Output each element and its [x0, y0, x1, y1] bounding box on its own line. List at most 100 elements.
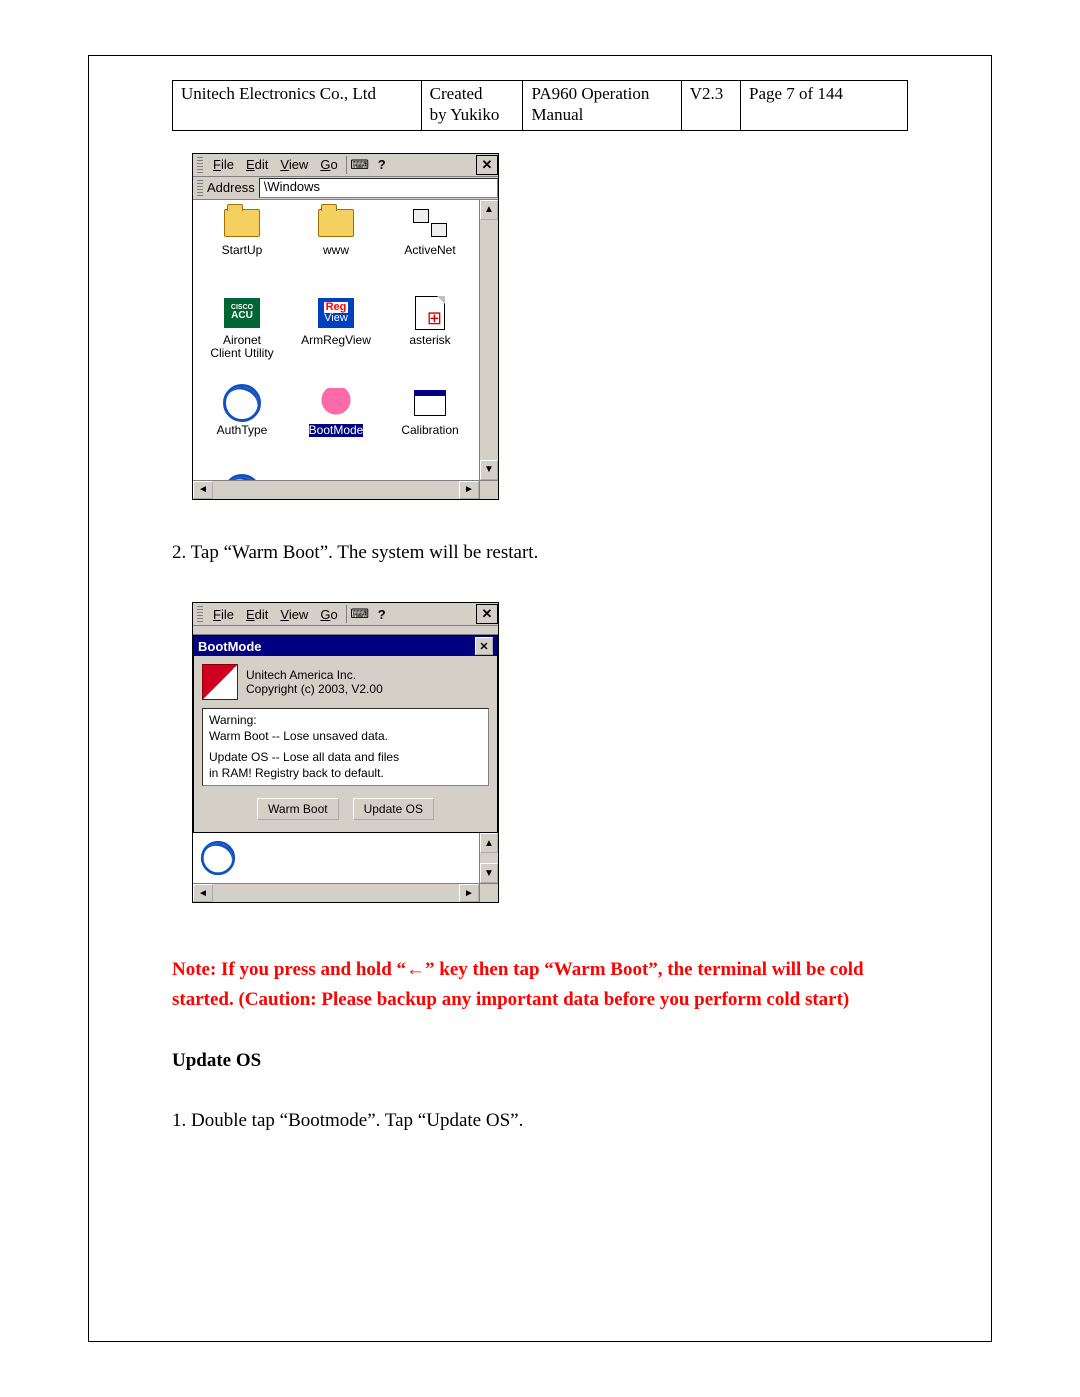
grip-icon	[197, 157, 203, 173]
dialog-titlebar: BootMode ✕	[194, 636, 497, 656]
update-os-button[interactable]: Update OS	[353, 798, 434, 820]
menubar: File Edit View Go ⌨ ? ✕	[193, 154, 498, 177]
dialog-close-button[interactable]: ✕	[475, 637, 493, 655]
horizontal-scrollbar[interactable]: ◄ ►	[193, 480, 498, 499]
hdr-doc: PA960 Operation Manual	[523, 81, 681, 131]
update-step-1: 1. Double tap “Bootmode”. Tap “Update OS…	[172, 1108, 908, 1135]
keyboard-icon[interactable]: ⌨	[349, 155, 371, 175]
item-authtype[interactable]: AuthType	[197, 386, 287, 437]
grip-icon	[197, 180, 203, 196]
scroll-track[interactable]	[480, 220, 498, 460]
windows-logo-icon: ⊞	[427, 309, 442, 329]
item-startup[interactable]: StartUp	[197, 206, 287, 257]
regview-icon: RegView	[318, 298, 354, 328]
cisco-icon: CISCOACU	[224, 298, 260, 328]
window-icon	[414, 390, 446, 416]
menu-go[interactable]: Go	[314, 607, 343, 622]
bootmode-icon	[320, 388, 352, 418]
explorer-window-1: File Edit View Go ⌨ ? ✕ Address \Windows…	[192, 153, 499, 500]
address-bar-partial	[193, 626, 498, 635]
hdr-doc-l2: Manual	[531, 105, 583, 124]
close-button[interactable]: ✕	[476, 155, 498, 175]
document-page: Unitech Electronics Co., Ltd Created by …	[0, 0, 1080, 1397]
scroll-down-icon[interactable]: ▼	[480, 863, 498, 883]
scroll-right-icon[interactable]: ►	[459, 481, 479, 499]
warn-line-4: in RAM! Registry back to default.	[209, 766, 482, 782]
warm-boot-button[interactable]: Warm Boot	[257, 798, 339, 820]
vertical-scrollbar[interactable]: ▲ ▼	[479, 200, 498, 480]
menu-file[interactable]: File	[207, 607, 240, 622]
explorer-window-2: File Edit View Go ⌨ ? ✕ BootMode ✕	[192, 602, 499, 903]
scroll-down-icon[interactable]: ▼	[480, 460, 498, 480]
warn-line-1: Warning:	[209, 713, 482, 729]
hdr-company: Unitech Electronics Co., Ltd	[173, 81, 422, 131]
separator-icon	[346, 605, 347, 623]
hdr-page: Page 7 of 144	[741, 81, 908, 131]
separator-icon	[346, 156, 347, 174]
scroll-up-icon[interactable]: ▲	[480, 833, 498, 853]
item-calibration[interactable]: Calibration	[385, 386, 475, 437]
menu-file[interactable]: File	[207, 157, 240, 172]
scroll-track[interactable]	[213, 884, 459, 902]
dialog-header-row: Unitech America Inc. Copyright (c) 2003,…	[202, 664, 489, 700]
grip-icon	[197, 606, 203, 622]
update-os-heading: Update OS	[172, 1050, 908, 1072]
item-bootmode[interactable]: BootMode	[291, 386, 381, 437]
menu-view[interactable]: View	[274, 157, 314, 172]
dialog-title-text: BootMode	[198, 639, 262, 654]
unitech-logo-icon	[202, 664, 238, 700]
scroll-track[interactable]	[480, 853, 498, 863]
scroll-right-icon[interactable]: ►	[459, 884, 479, 902]
page-content: Unitech Electronics Co., Ltd Created by …	[90, 58, 990, 1155]
icon-peek	[193, 833, 479, 883]
scroll-up-icon[interactable]: ▲	[480, 200, 498, 220]
item-asterisk[interactable]: ⊞asterisk	[385, 296, 475, 347]
menu-edit[interactable]: Edit	[240, 607, 274, 622]
ie-icon	[201, 841, 235, 875]
hdr-version: V2.3	[681, 81, 740, 131]
address-field[interactable]: \Windows	[259, 178, 498, 198]
menu-go[interactable]: Go	[314, 157, 343, 172]
item-win-generic-1[interactable]	[291, 476, 381, 480]
item-activenet[interactable]: ActiveNet	[385, 206, 475, 257]
item-www[interactable]: www	[291, 206, 381, 257]
warn-line-2: Warm Boot -- Lose unsaved data.	[209, 729, 482, 745]
note-text: Note: If you press and hold “←” key then…	[172, 955, 908, 1014]
scroll-left-icon[interactable]: ◄	[193, 884, 213, 902]
scroll-corner	[479, 481, 498, 499]
menu-view[interactable]: View	[274, 607, 314, 622]
address-bar: Address \Windows	[193, 177, 498, 200]
warn-line-3: Update OS -- Lose all data and files	[209, 750, 482, 766]
dialog-company: Unitech America Inc.	[246, 668, 383, 682]
dialog-company-block: Unitech America Inc. Copyright (c) 2003,…	[246, 668, 383, 696]
hdr-doc-l1: PA960 Operation	[531, 84, 649, 103]
client-area-behind: ▲ ▼	[193, 833, 498, 883]
dialog-body: Unitech America Inc. Copyright (c) 2003,…	[194, 656, 497, 832]
hdr-created-l1: Created	[430, 84, 483, 103]
item-armregview[interactable]: RegViewArmRegView	[291, 296, 381, 347]
menubar: File Edit View Go ⌨ ? ✕	[193, 603, 498, 626]
menu-edit[interactable]: Edit	[240, 157, 274, 172]
dialog-button-row: Warm Boot Update OS	[202, 798, 489, 820]
item-win-generic-2[interactable]	[385, 476, 475, 480]
help-icon[interactable]: ?	[371, 155, 393, 175]
item-aironet[interactable]: CISCOACUAironetClient Utility	[197, 296, 287, 360]
spacer	[172, 131, 908, 153]
ie-icon	[223, 474, 261, 480]
scroll-left-icon[interactable]: ◄	[193, 481, 213, 499]
keyboard-icon[interactable]: ⌨	[349, 604, 371, 624]
horizontal-scrollbar[interactable]: ◄ ►	[193, 883, 498, 902]
scroll-corner	[479, 884, 498, 902]
vertical-scrollbar[interactable]: ▲ ▼	[479, 833, 498, 883]
network-icon	[413, 209, 447, 237]
hdr-created-l2: by Yukiko	[430, 105, 500, 124]
scroll-track[interactable]	[213, 481, 459, 499]
hdr-created: Created by Yukiko	[421, 81, 523, 131]
dialog-warning-box: Warning: Warm Boot -- Lose unsaved data.…	[202, 708, 489, 786]
help-icon[interactable]: ?	[371, 604, 393, 624]
close-button[interactable]: ✕	[476, 604, 498, 624]
address-label: Address	[207, 180, 259, 195]
item-ie-generic[interactable]	[197, 476, 287, 480]
icon-grid: StartUp www ActiveNet CISCOACUAironetCli…	[193, 200, 479, 480]
document-header-table: Unitech Electronics Co., Ltd Created by …	[172, 80, 908, 131]
